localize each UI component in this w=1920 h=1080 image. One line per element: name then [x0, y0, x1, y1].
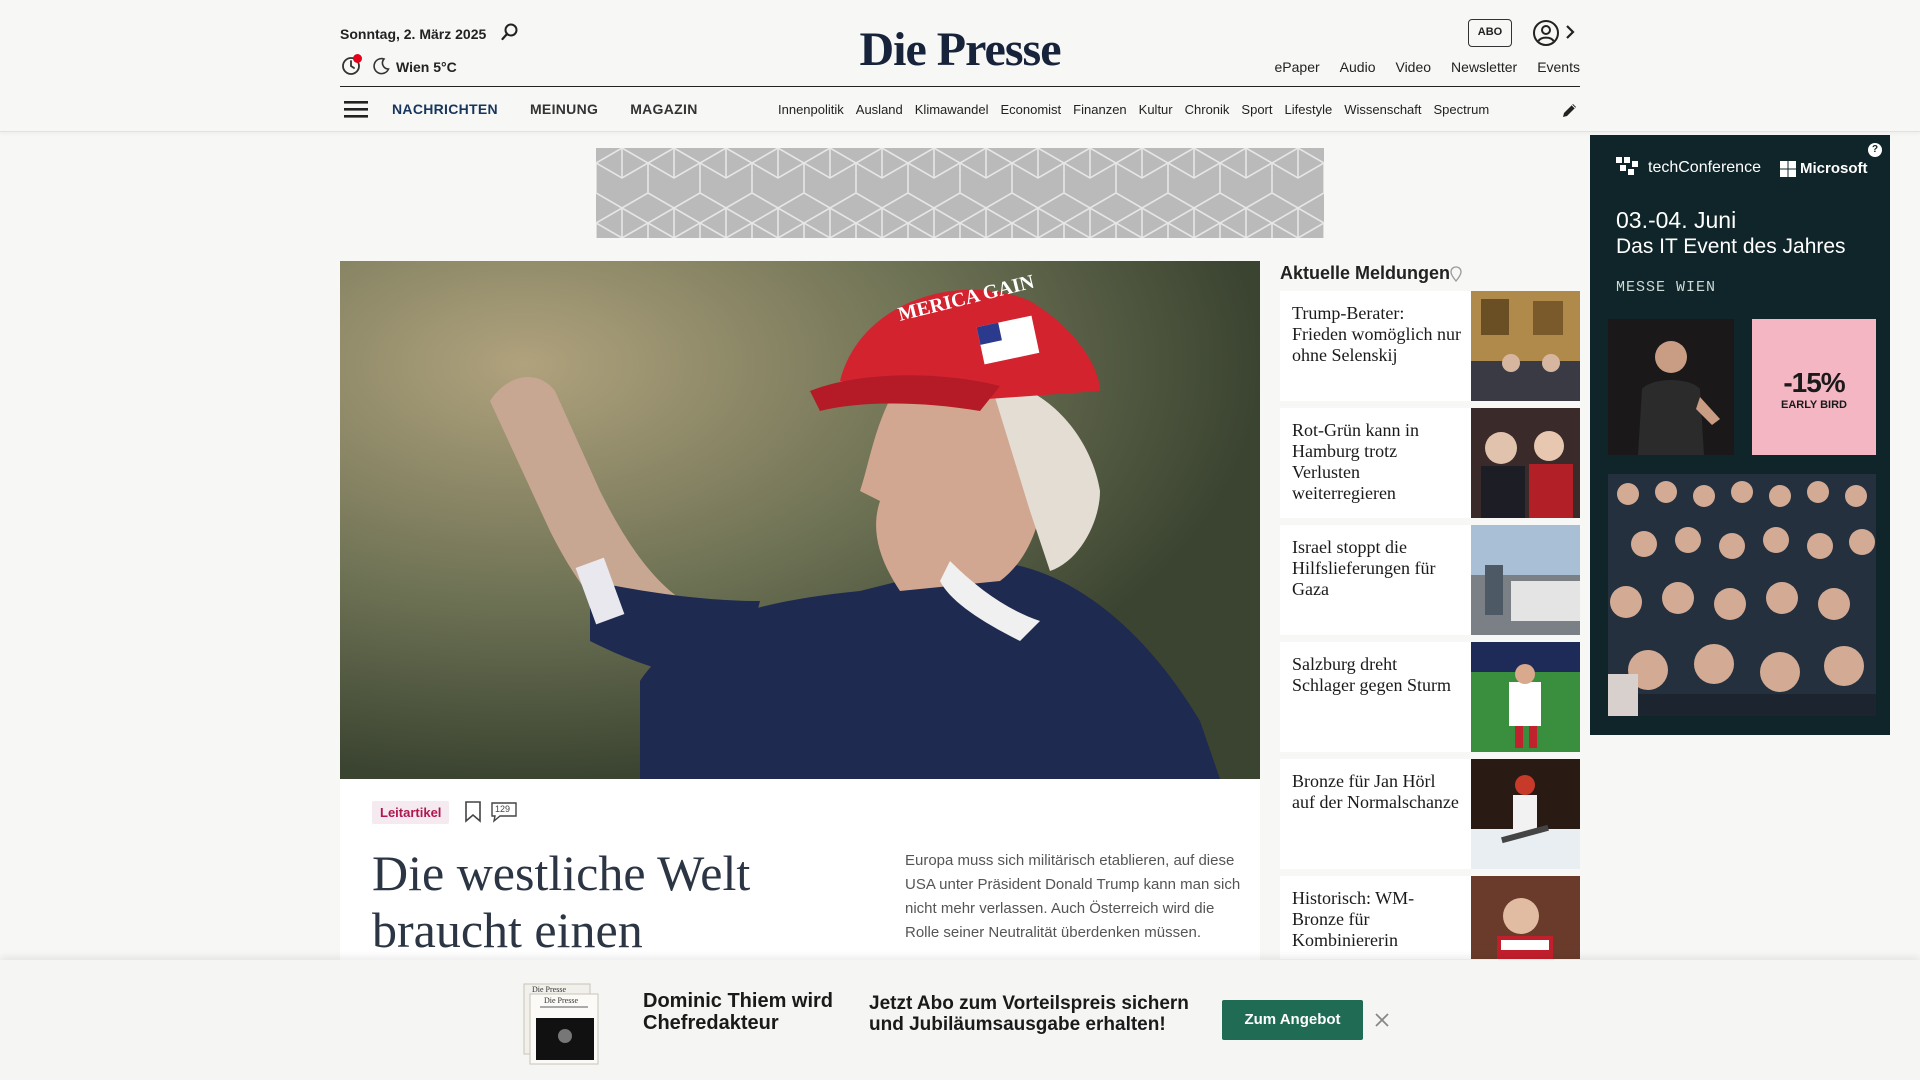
news-thumbnail[interactable]: [1471, 525, 1580, 635]
hero-photo-illustration: MERICA GAIN: [340, 261, 1260, 779]
section-finanzen[interactable]: Finanzen: [1073, 102, 1126, 117]
user-account-icon[interactable]: [1532, 19, 1560, 47]
site-logo[interactable]: Die Presse: [858, 22, 1062, 77]
hamburger-menu-icon[interactable]: [344, 99, 368, 119]
news-item-headline[interactable]: Trump-Berater: Frieden womöglich nur ohn…: [1292, 303, 1462, 366]
news-thumbnail[interactable]: [1471, 291, 1580, 401]
section-innenpolitik[interactable]: Innenpolitik: [778, 102, 844, 117]
ad-event-location: MESSE WIEN: [1616, 279, 1717, 296]
search-icon[interactable]: [500, 22, 520, 42]
microsoft-logo-icon: [1780, 161, 1796, 177]
abo-button[interactable]: ABO: [1468, 19, 1512, 47]
weather-label: Wien 5°C: [396, 59, 457, 75]
news-thumbnail[interactable]: [1471, 408, 1580, 518]
news-item-headline[interactable]: Rot-Grün kann in Hamburg trotz Verlusten…: [1292, 420, 1462, 504]
subscription-promo-bar: Die Presse Die Presse Dominic Thiem wird…: [0, 960, 1920, 1080]
edit-pencil-icon[interactable]: [1560, 100, 1580, 120]
news-list: Trump-Berater: Frieden womöglich nur ohn…: [1280, 291, 1580, 959]
news-item-headline[interactable]: Historisch: WM-Bronze für Kombiniererin: [1292, 888, 1462, 951]
hero-image[interactable]: MERICA GAIN: [340, 261, 1260, 779]
nav-meinung[interactable]: MEINUNG: [530, 101, 598, 117]
ad-discount-box: -15% EARLY BIRD: [1752, 319, 1876, 455]
promo-headline-text: Dominic Thiem wird Chefredakteur: [643, 990, 834, 1034]
ad-partner-name: Microsoft: [1800, 160, 1868, 177]
top-link-newsletter[interactable]: Newsletter: [1451, 59, 1517, 75]
top-ad-placeholder[interactable]: [596, 148, 1324, 238]
section-wissenschaft[interactable]: Wissenschaft: [1344, 102, 1421, 117]
techconference-logo-icon: [1616, 157, 1638, 175]
hexagon-pattern: [596, 148, 1324, 238]
news-item[interactable]: Salzburg dreht Schlager gegen Sturm: [1280, 642, 1580, 752]
pin-icon: [1450, 266, 1462, 282]
section-kultur[interactable]: Kultur: [1139, 102, 1173, 117]
news-item[interactable]: Historisch: WM-Bronze für Kombiniererin: [1280, 876, 1580, 959]
news-thumbnail[interactable]: [1471, 759, 1580, 869]
site-header: Sonntag, 2. März 2025 Wien 5°C Die Press…: [0, 0, 1920, 132]
main-nav: NACHRICHTEN MEINUNG MAGAZIN: [392, 101, 698, 117]
section-klimawandel[interactable]: Klimawandel: [915, 102, 989, 117]
newspaper-stack-image: Die Presse Die Presse: [523, 983, 599, 1065]
section-chronik[interactable]: Chronik: [1185, 102, 1230, 117]
lead-teaser: Europa muss sich militärisch etablieren,…: [905, 852, 1241, 941]
lead-headline[interactable]: Die westliche Welt braucht einen: [372, 845, 852, 959]
paper-masthead: Die Presse: [544, 996, 578, 1005]
promo-pitch-text: Jetzt Abo zum Vorteilspreis sichern und …: [869, 993, 1189, 1035]
section-lifestyle[interactable]: Lifestyle: [1285, 102, 1333, 117]
top-link-epaper[interactable]: ePaper: [1275, 59, 1320, 75]
section-nav: Innenpolitik Ausland Klimawandel Economist F…: [778, 102, 1540, 117]
comment-count: 129: [495, 804, 511, 814]
news-list-title: Aktuelle Meldungen: [1280, 263, 1451, 283]
section-sport[interactable]: Sport: [1241, 102, 1272, 117]
top-link-events[interactable]: Events: [1537, 59, 1580, 75]
news-item[interactable]: Trump-Berater: Frieden womöglich nur ohn…: [1280, 291, 1580, 401]
ad-speaker-photo: [1608, 319, 1734, 455]
promo-headline: Dominic Thiem wird Chefredakteur: [643, 990, 843, 1034]
bookmark-icon[interactable]: [464, 801, 482, 823]
article-category-tag[interactable]: Leitartikel: [372, 801, 450, 824]
zum-angebot-button[interactable]: Zum Angebot: [1222, 1000, 1363, 1040]
section-economist[interactable]: Economist: [1000, 102, 1061, 117]
dark-mode-moon-icon[interactable]: [372, 57, 390, 75]
promo-pitch: Jetzt Abo zum Vorteilspreis sichern und …: [869, 993, 1209, 1035]
news-item[interactable]: Israel stoppt die Hilfslieferungen für G…: [1280, 525, 1580, 635]
close-icon[interactable]: [1374, 1012, 1390, 1028]
ad-early-bird-label: EARLY BIRD: [1780, 399, 1848, 411]
news-item-headline[interactable]: Salzburg dreht Schlager gegen Sturm: [1292, 654, 1462, 696]
news-item[interactable]: Bronze für Jan Hörl auf der Normalschanz…: [1280, 759, 1580, 869]
news-thumbnail[interactable]: [1471, 876, 1580, 959]
news-item[interactable]: Rot-Grün kann in Hamburg trotz Verlusten…: [1280, 408, 1580, 518]
top-links-nav: ePaper Audio Video Newsletter Events: [1275, 59, 1580, 75]
ad-info-icon[interactable]: ?: [1868, 143, 1882, 157]
section-ausland[interactable]: Ausland: [856, 102, 903, 117]
news-item-headline[interactable]: Israel stoppt die Hilfslieferungen für G…: [1292, 537, 1462, 600]
ad-crowd-photo: [1608, 474, 1876, 716]
ad-event-subtitle: Das IT Event des Jahres: [1616, 235, 1846, 258]
news-item-headline[interactable]: Bronze für Jan Hörl auf der Normalschanz…: [1292, 771, 1462, 813]
top-link-video[interactable]: Video: [1395, 59, 1431, 75]
news-thumbnail[interactable]: [1471, 642, 1580, 752]
chevron-right-icon[interactable]: [1564, 23, 1576, 41]
notification-dot: [353, 54, 362, 63]
right-ad-techconference[interactable]: ? techConference Microsoft 03.-04. Juni …: [1590, 135, 1890, 735]
top-link-audio[interactable]: Audio: [1340, 59, 1376, 75]
lead-article-card[interactable]: Leitartikel 129 Die westliche Welt brauc…: [340, 779, 1260, 979]
nav-nachrichten[interactable]: NACHRICHTEN: [392, 101, 498, 117]
ad-event-date: 03.-04. Juni: [1616, 207, 1737, 233]
header-divider: [340, 86, 1580, 87]
paper-masthead: Die Presse: [532, 985, 566, 994]
ad-discount-value: -15%: [1783, 367, 1845, 398]
section-spectrum[interactable]: Spectrum: [1434, 102, 1490, 117]
ad-brand-name: techConference: [1648, 159, 1761, 176]
current-date: Sonntag, 2. März 2025: [340, 26, 487, 42]
nav-magazin[interactable]: MAGAZIN: [630, 101, 697, 117]
